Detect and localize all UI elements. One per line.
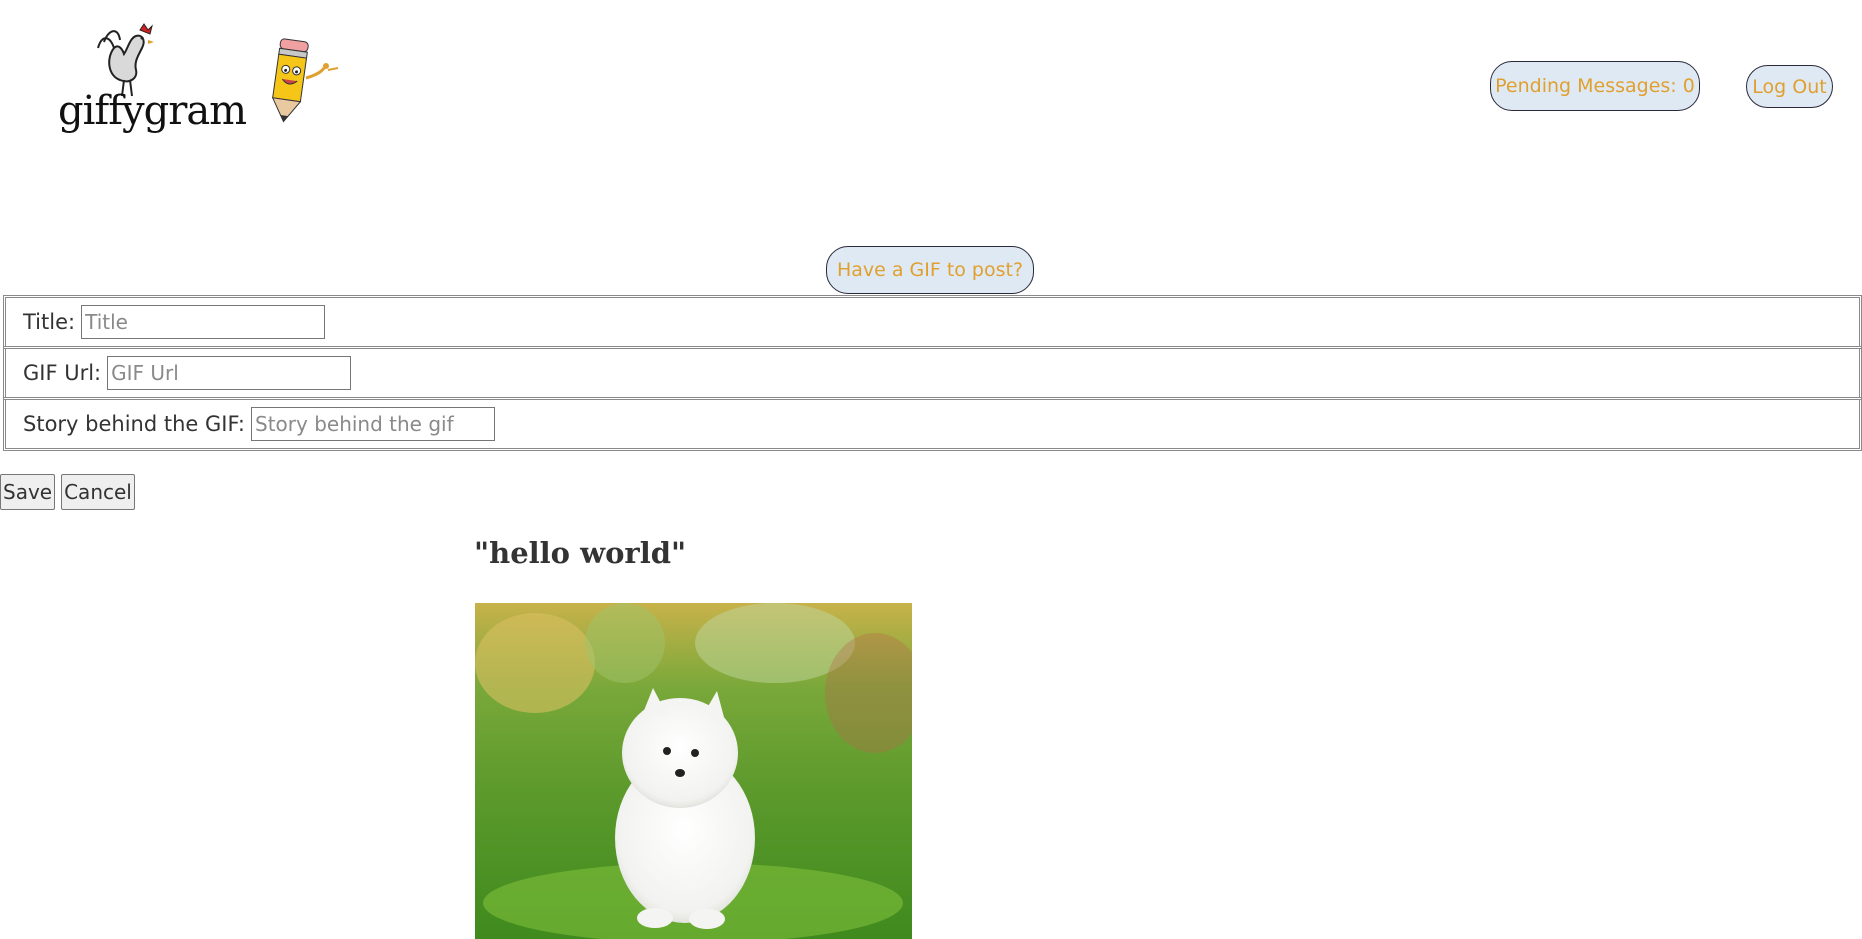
gif-url-row: GIF Url: — [3, 346, 1862, 400]
save-button[interactable]: Save — [0, 474, 56, 510]
logout-button[interactable]: Log Out — [1746, 65, 1833, 108]
pending-messages-button[interactable]: Pending Messages: 0 — [1490, 61, 1700, 111]
logo-text: giffygram — [58, 88, 247, 134]
gif-url-input[interactable] — [107, 356, 352, 390]
rooster-icon — [97, 23, 154, 97]
title-input[interactable] — [81, 305, 326, 339]
story-row: Story behind the GIF: — [3, 397, 1862, 451]
post-title: "hello world" — [474, 536, 687, 570]
pencil-mascot-icon — [262, 30, 342, 125]
cancel-button[interactable]: Cancel — [61, 474, 135, 510]
title-label: Title: — [23, 310, 76, 334]
post-image — [475, 603, 912, 939]
new-gif-form: Title: GIF Url: Story behind the GIF: — [0, 295, 1862, 451]
form-buttons: Save Cancel — [0, 474, 135, 510]
gif-url-label: GIF Url: — [23, 361, 102, 385]
title-row: Title: — [3, 295, 1862, 349]
post-gif-button[interactable]: Have a GIF to post? — [826, 246, 1034, 294]
header: giffygram Pending Messages: 0 Log Out Ha… — [0, 0, 1862, 294]
story-label: Story behind the GIF: — [23, 412, 245, 436]
story-input[interactable] — [251, 407, 495, 441]
puppy-image — [475, 603, 912, 939]
giffygram-logo[interactable]: giffygram — [58, 18, 247, 138]
